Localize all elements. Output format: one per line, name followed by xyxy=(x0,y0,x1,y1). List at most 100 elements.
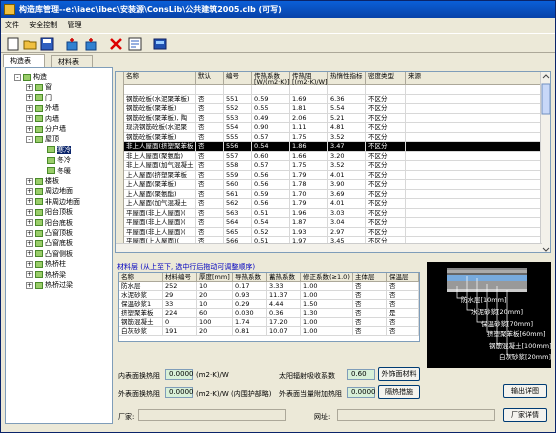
calculator-icon[interactable] xyxy=(153,37,167,51)
table-row[interactable]: 现浇钢筋砼板(水泥聚否 554 0.90 1.11 4.81 不区分 xyxy=(116,123,548,133)
tree-node[interactable]: 冬冷 xyxy=(38,155,71,165)
tree-node[interactable]: 冬暖 xyxy=(38,166,71,176)
expand-icon[interactable]: + xyxy=(26,260,33,268)
table-row[interactable]: 钢筋砼板(聚苯板) 否 555 0.57 1.75 3.52 不区分 xyxy=(116,132,548,142)
expand-icon[interactable]: + xyxy=(26,115,33,123)
save-icon[interactable] xyxy=(40,37,54,51)
grid-column-header[interactable]: 名称 xyxy=(124,72,196,85)
exterior-material-button[interactable]: 外饰面材料 xyxy=(378,367,420,381)
tree-node[interactable]: + 阳台顶板 xyxy=(26,207,73,217)
menu-security[interactable]: 安全控制 xyxy=(29,21,57,29)
grid-column-header[interactable]: 传热阻 [(m2·K)/W] xyxy=(290,72,328,85)
expand-icon[interactable]: + xyxy=(26,83,33,91)
add-child-icon[interactable] xyxy=(84,37,98,51)
tree-node[interactable]: - 构造 xyxy=(14,72,47,82)
export-detail-button[interactable]: 输出详图 xyxy=(503,384,547,398)
table-row[interactable]: 上人屋面(聚苯板) 否 560 0.56 1.78 3.90 不区分 xyxy=(116,180,548,190)
expand-icon[interactable]: + xyxy=(26,250,33,258)
tree-node[interactable]: + 楼板 xyxy=(26,176,59,186)
insulation-measure-button[interactable]: 隔热措施 xyxy=(378,385,420,399)
outer-equiv-field[interactable]: 0.0000 xyxy=(347,387,376,398)
layer-cell: 33 xyxy=(163,300,197,309)
table-row[interactable] xyxy=(116,85,548,95)
expand-icon[interactable]: + xyxy=(26,229,33,237)
layer-column-header[interactable]: 保温层 xyxy=(387,273,419,282)
table-row[interactable]: 上人屋面(加气混凝土否 562 0.56 1.79 4.01 不区分 xyxy=(116,199,548,209)
collapse-icon[interactable]: - xyxy=(26,135,33,143)
collapse-icon[interactable]: - xyxy=(14,73,21,81)
expand-icon[interactable]: + xyxy=(26,271,33,279)
tree-node[interactable]: + 周边地面 xyxy=(26,186,73,196)
table-row[interactable]: 平屋面(非上人屋面)(否 564 0.54 1.87 3.04 不区分 xyxy=(116,218,548,228)
table-row[interactable]: 平屋面(非上人屋面)(否 565 0.52 1.93 2.97 不区分 xyxy=(116,227,548,237)
delete-icon[interactable] xyxy=(109,37,123,51)
table-cell: 560 xyxy=(224,180,252,190)
table-row[interactable]: 上人屋面(聚氨酯) 否 561 0.59 1.70 3.69 不区分 xyxy=(116,189,548,199)
table-row[interactable]: 非上人屋面(聚氨酯) 否 557 0.60 1.66 3.20 不区分 xyxy=(116,151,548,161)
menu-file[interactable]: 文件 xyxy=(5,21,19,29)
open-folder-icon[interactable] xyxy=(23,37,37,51)
tree-node[interactable]: + 凸窗底板 xyxy=(26,238,73,248)
layer-cell: 0.81 xyxy=(233,327,267,336)
vendor-detail-button[interactable]: 厂家详情 xyxy=(503,408,547,422)
table-row[interactable]: 钢筋砼板(聚苯板), 陶否 553 0.49 2.06 5.21 不区分 xyxy=(116,113,548,123)
grid-column-header[interactable]: 编号 xyxy=(224,72,252,85)
table-row[interactable]: 上人屋面(挤塑聚苯板否 559 0.56 1.79 4.01 不区分 xyxy=(116,170,548,180)
layer-column-header[interactable]: 材料编号 xyxy=(163,273,197,282)
expand-icon[interactable]: + xyxy=(26,208,33,216)
tab-materials[interactable]: 材料表 xyxy=(51,55,93,67)
tree-node[interactable]: + 热桥柱 xyxy=(26,259,66,269)
menu-manage[interactable]: 管理 xyxy=(67,21,81,29)
solar-absorption-field[interactable]: 0.60 xyxy=(347,369,375,380)
tree-node[interactable]: + 内墙 xyxy=(26,114,59,124)
tree-node[interactable]: - 屋顶 xyxy=(26,134,59,144)
tree-node[interactable]: + 阳台底板 xyxy=(26,218,73,228)
expand-icon[interactable]: + xyxy=(26,94,33,102)
layer-column-header[interactable]: 厚度[mm] xyxy=(197,273,233,282)
new-file-icon[interactable] xyxy=(6,37,20,51)
outer-resistance-field[interactable]: 0.0000 xyxy=(165,387,194,398)
grid-vertical-scrollbar[interactable] xyxy=(540,72,550,252)
tab-construction[interactable]: 构造表 xyxy=(3,54,45,67)
layer-column-header[interactable]: 名称 xyxy=(119,273,163,282)
layer-column-header[interactable]: 修正系数(≥1.0) xyxy=(301,273,353,282)
tree-node[interactable]: + 热桥梁 xyxy=(26,270,66,280)
expand-icon[interactable]: + xyxy=(26,187,33,195)
expand-icon[interactable]: + xyxy=(26,239,33,247)
expand-icon[interactable]: + xyxy=(26,281,33,289)
tree-node[interactable]: + 凸窗侧板 xyxy=(26,249,73,259)
url-field[interactable] xyxy=(337,409,495,421)
tree-node[interactable]: + 窗 xyxy=(26,82,52,92)
table-row[interactable]: 钢筋砼板(水泥聚苯板) 否 551 0.59 1.69 6.36 不区分 xyxy=(116,94,548,104)
table-cell: 0.54 xyxy=(252,142,290,152)
tree-node[interactable]: + 分户墙 xyxy=(26,124,66,134)
expand-icon[interactable]: + xyxy=(26,219,33,227)
expand-icon[interactable]: + xyxy=(26,177,33,185)
expand-icon[interactable]: + xyxy=(26,198,33,206)
tree-node[interactable]: + 非周边地面 xyxy=(26,197,80,207)
expand-icon[interactable]: + xyxy=(26,125,33,133)
add-item-icon[interactable] xyxy=(65,37,79,51)
layer-column-header[interactable]: 蓄热系数 xyxy=(267,273,301,282)
grid-column-header[interactable]: 传热系数 [W/(m2·K)] xyxy=(252,72,290,85)
grid-column-header[interactable]: 默认 xyxy=(196,72,224,85)
tree-node[interactable]: + 外墙 xyxy=(26,103,59,113)
table-row[interactable]: 非上人屋面(加气混凝土否 558 0.57 1.75 3.52 不区分 xyxy=(116,161,548,171)
table-row[interactable]: 非上人屋面(挤塑聚苯板否 556 0.54 1.86 3.47 不区分 xyxy=(116,142,548,152)
grid-column-header[interactable]: 密度类型 xyxy=(366,72,406,85)
inner-resistance-field[interactable]: 0.0000 xyxy=(165,369,194,380)
table-row[interactable]: 平屋面(非上人屋面)(否 563 0.51 1.96 3.03 不区分 xyxy=(116,208,548,218)
grid-column-header[interactable]: 来源 xyxy=(406,72,548,85)
expand-icon[interactable]: + xyxy=(26,104,33,112)
tree-node[interactable]: + 凸窗顶板 xyxy=(26,228,73,238)
tree-node[interactable]: + 热桥过梁 xyxy=(26,280,73,290)
tree-node[interactable]: 寒冷 xyxy=(38,145,71,155)
vendor-field[interactable] xyxy=(138,409,286,421)
tree-node[interactable]: + 门 xyxy=(26,93,52,103)
properties-icon[interactable] xyxy=(128,37,142,51)
layer-column-header[interactable]: 主体层 xyxy=(353,273,387,282)
grid-column-header[interactable]: 热惰性指标 xyxy=(328,72,366,85)
layer-column-header[interactable]: 导热系数 xyxy=(233,273,267,282)
table-row[interactable]: 钢筋砼板(聚苯板) 否 552 0.55 1.81 5.54 不区分 xyxy=(116,104,548,114)
grid-horizontal-scrollbar[interactable] xyxy=(116,243,542,252)
